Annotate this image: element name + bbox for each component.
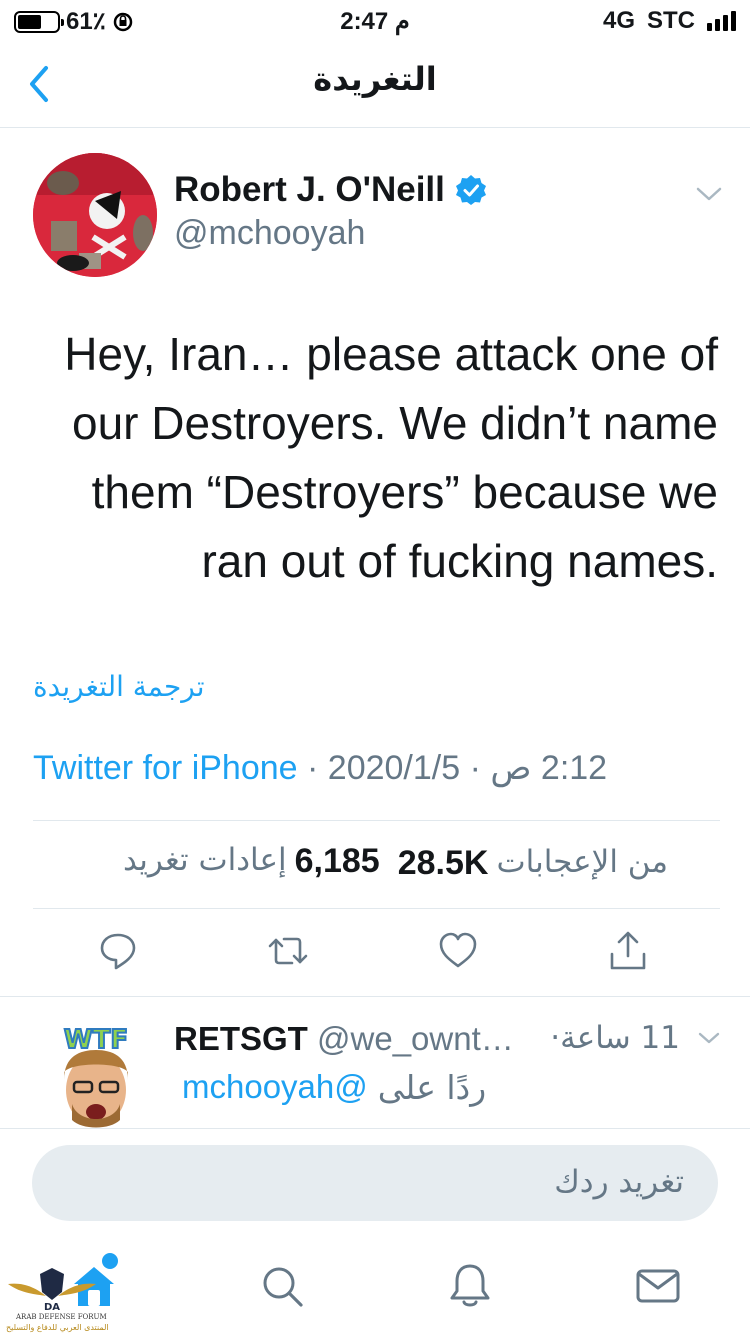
avatar-image	[33, 153, 157, 277]
messages-icon[interactable]	[634, 1262, 682, 1310]
replying-to: ردًا على @mchooyah	[182, 1068, 486, 1107]
carrier-name: STC	[647, 7, 695, 34]
reply-input-placeholder: تغريد ردك	[554, 1164, 684, 1200]
reply-time-text: 11 ساعة	[560, 1020, 680, 1056]
retweets-stat[interactable]: 6,185 إعادات تغريد	[123, 842, 380, 881]
reply-avatar[interactable]: WTF	[50, 1020, 142, 1130]
tweet-text-line: our Destroyers. We didn’t name	[72, 397, 718, 449]
tweet-text-line: ran out of fucking names.	[201, 535, 718, 587]
chevron-down-icon[interactable]	[696, 185, 722, 203]
tweet-date: 2020/1/5	[327, 749, 461, 787]
reply-time: 11 ساعة·	[550, 1020, 680, 1056]
tweet-time: 2:12 ص	[490, 749, 608, 787]
like-icon[interactable]	[438, 930, 478, 972]
nav-bar: التغريدة	[0, 40, 750, 128]
author-avatar[interactable]	[33, 153, 157, 277]
divider	[33, 908, 720, 909]
retweets-count: 6,185	[294, 842, 380, 880]
status-bar: 61٪ 2:47 م 4G STC	[0, 0, 750, 40]
connectivity-group: 4G STC	[603, 7, 736, 35]
tweet-source-link[interactable]: Twitter for iPhone	[33, 749, 298, 787]
likes-label: من الإعجابات	[496, 844, 668, 880]
watermark-text-ar: المنتدى العربي للدفاع والتسليح	[6, 1323, 109, 1332]
new-content-dot	[102, 1253, 118, 1269]
share-icon[interactable]	[608, 930, 648, 972]
watermark-text-en: ARAB DEFENSE FORUM	[16, 1313, 107, 1321]
divider	[33, 820, 720, 821]
retweets-label: إعادات تغريد	[123, 842, 287, 878]
tab-bar	[0, 1236, 750, 1334]
reply-avatar-badge: WTF	[64, 1025, 128, 1055]
verified-badge-icon	[455, 175, 486, 205]
replying-to-prefix: ردًا على	[377, 1068, 487, 1107]
meta-separator: ·	[297, 749, 328, 787]
tweet-meta: Twitter for iPhone · 2020/1/5 · 2:12 ص	[33, 748, 607, 788]
tweet-text-line: Hey, Iran… please attack one of	[64, 328, 718, 380]
svg-text:DA: DA	[44, 1302, 60, 1313]
author-handle[interactable]: @mchooyah	[174, 214, 365, 253]
reply-icon[interactable]	[98, 930, 138, 972]
notifications-icon[interactable]	[446, 1262, 494, 1310]
search-icon[interactable]	[258, 1262, 306, 1310]
network-type: 4G	[602, 7, 635, 34]
chevron-down-icon[interactable]	[698, 1030, 720, 1046]
reply-time-dot: ·	[550, 1020, 561, 1056]
tweet-text: Hey, Iran… please attack one of our Dest…	[36, 320, 718, 596]
translate-tweet-link[interactable]: ترجمة التغريدة	[33, 670, 205, 703]
divider	[0, 996, 750, 997]
forum-logo-icon: DA	[8, 1268, 96, 1313]
retweet-icon[interactable]	[268, 930, 308, 972]
tweet-text-line: them “Destroyers” because we	[91, 466, 718, 518]
likes-stat[interactable]: من الإعجابات 28.5K	[398, 844, 668, 883]
replying-to-mention[interactable]: @mchooyah	[182, 1068, 368, 1107]
signal-icon	[707, 11, 736, 31]
reply-author[interactable]: RETSGT @we_ownt…	[174, 1020, 514, 1058]
likes-count: 28.5K	[397, 844, 489, 882]
meta-separator: ·	[460, 749, 491, 787]
author-name[interactable]: Robert J. O'Neill	[174, 170, 487, 210]
page-title: التغريدة	[313, 60, 437, 98]
tweet-stats: من الإعجابات 28.5K 6,185 إعادات تغريد	[123, 842, 668, 883]
reply-author-handle: @we_ownt…	[317, 1020, 514, 1057]
reply-author-name: RETSGT	[174, 1020, 308, 1057]
author-name-text: Robert J. O'Neill	[174, 170, 445, 209]
tweet-actions	[0, 930, 750, 976]
